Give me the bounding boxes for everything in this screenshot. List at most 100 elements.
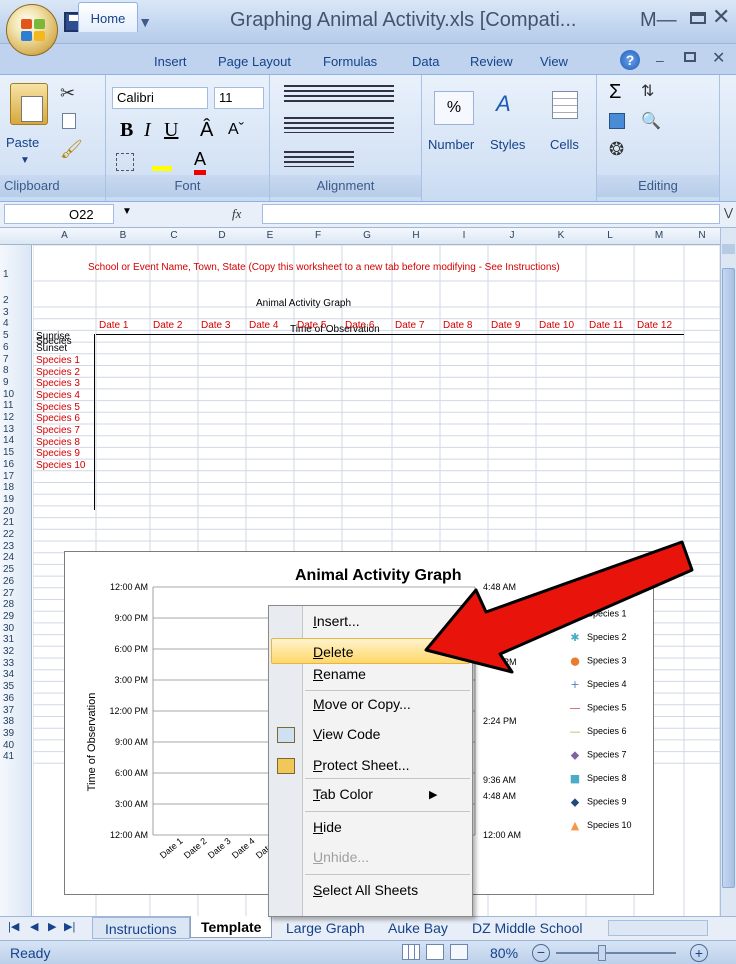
- menu-item-insert[interactable]: Insert...: [313, 613, 360, 629]
- clear-icon[interactable]: ❂: [609, 139, 624, 160]
- row-label-10[interactable]: Species 8: [36, 437, 80, 448]
- date-header-2[interactable]: Date 2: [153, 320, 182, 331]
- ribbon-minimize-icon[interactable]: –: [656, 52, 664, 68]
- zoom-out-icon[interactable]: −: [532, 944, 550, 962]
- date-header-3[interactable]: Date 3: [201, 320, 230, 331]
- paste-dropdown-icon[interactable]: ▼: [20, 155, 30, 166]
- zoom-slider-thumb[interactable]: [598, 945, 606, 961]
- help-icon[interactable]: ?: [620, 50, 640, 70]
- qat-customize-icon[interactable]: ▼: [138, 14, 152, 30]
- cells-icon[interactable]: [552, 91, 578, 119]
- bold-button[interactable]: B: [120, 119, 133, 142]
- tab-insert[interactable]: Insert: [154, 54, 187, 69]
- cells-button[interactable]: Cells: [550, 137, 579, 152]
- sheet-tab-template[interactable]: Template: [190, 916, 273, 938]
- tab-home[interactable]: Home: [78, 2, 138, 32]
- date-header-4[interactable]: Date 4: [249, 320, 278, 331]
- name-box-dropdown-icon[interactable]: ▼: [122, 206, 132, 217]
- fill-color-icon[interactable]: [152, 153, 172, 171]
- borders-icon[interactable]: [116, 153, 134, 171]
- number-button[interactable]: Number: [428, 137, 474, 152]
- date-header-6[interactable]: Date 6: [345, 320, 374, 331]
- row-label-2[interactable]: Sunset: [36, 343, 67, 354]
- percent-icon[interactable]: %: [434, 91, 474, 125]
- name-box[interactable]: O22: [4, 204, 114, 224]
- row-label-4[interactable]: Species 2: [36, 367, 80, 378]
- row-label-12[interactable]: Species 10: [36, 460, 85, 471]
- copy-icon[interactable]: [62, 113, 76, 129]
- format-painter-icon[interactable]: 🖌: [60, 139, 83, 160]
- tab-formulas[interactable]: Formulas: [323, 54, 377, 69]
- window-title-suffix[interactable]: M—: [640, 9, 677, 32]
- date-header-10[interactable]: Date 10: [539, 320, 574, 331]
- date-header-12[interactable]: Date 12: [637, 320, 672, 331]
- date-header-8[interactable]: Date 8: [443, 320, 472, 331]
- close-icon[interactable]: ✕: [712, 4, 730, 30]
- horizontal-scrollbar[interactable]: [608, 920, 708, 936]
- zoom-in-icon[interactable]: +: [690, 944, 708, 962]
- indent-icons[interactable]: [284, 151, 354, 167]
- menu-item-delete[interactable]: Delete: [313, 644, 353, 660]
- prev-sheet-icon[interactable]: ◀: [30, 920, 38, 942]
- horizontal-align-icons[interactable]: [284, 117, 394, 133]
- styles-button[interactable]: Styles: [490, 137, 525, 152]
- styles-icon[interactable]: A: [496, 91, 511, 117]
- next-sheet-icon[interactable]: ▶: [48, 920, 56, 942]
- normal-view-icon[interactable]: [402, 944, 420, 960]
- tab-page-layout[interactable]: Page Layout: [218, 54, 291, 69]
- sheet-tab-auke-bay[interactable]: Auke Bay: [380, 920, 456, 942]
- vertical-align-icons[interactable]: [284, 85, 394, 105]
- scroll-thumb[interactable]: [722, 268, 735, 888]
- date-header-1[interactable]: Date 1: [99, 320, 128, 331]
- menu-item-view-code[interactable]: View Code: [313, 726, 380, 742]
- vertical-scrollbar[interactable]: [720, 228, 736, 916]
- fill-icon[interactable]: [609, 113, 625, 129]
- menu-item-tab-color[interactable]: Tab Color: [313, 786, 373, 802]
- date-header-7[interactable]: Date 7: [395, 320, 424, 331]
- row-label-11[interactable]: Species 9: [36, 448, 80, 459]
- paste-icon[interactable]: [10, 83, 48, 125]
- font-name-field[interactable]: Calibri: [112, 87, 208, 109]
- last-sheet-icon[interactable]: ▶|: [64, 920, 75, 942]
- row-label-6[interactable]: Species 4: [36, 390, 80, 401]
- menu-item-hide[interactable]: Hide: [313, 819, 342, 835]
- grow-font-icon[interactable]: Â: [200, 119, 213, 142]
- date-header-9[interactable]: Date 9: [491, 320, 520, 331]
- sheet-tab-dz-middle-school[interactable]: DZ Middle School: [464, 920, 591, 942]
- row-label-7[interactable]: Species 5: [36, 402, 80, 413]
- date-header-5[interactable]: Date 5: [297, 320, 326, 331]
- paste-button[interactable]: Paste: [6, 135, 39, 150]
- zoom-slider[interactable]: [556, 952, 676, 954]
- date-header-11[interactable]: Date 11: [589, 320, 623, 331]
- scroll-up-icon[interactable]: [722, 244, 735, 254]
- row-label-8[interactable]: Species 6: [36, 413, 80, 424]
- font-color-icon[interactable]: A: [194, 149, 207, 175]
- heading-cell[interactable]: School or Event Name, Town, State (Copy …: [88, 262, 560, 273]
- font-size-field[interactable]: 11: [214, 87, 264, 109]
- office-button[interactable]: [6, 4, 58, 56]
- autosum-icon[interactable]: Σ: [609, 81, 621, 104]
- sort-filter-icon[interactable]: ⇅: [641, 81, 654, 101]
- maximize-icon[interactable]: [690, 12, 706, 24]
- formula-input[interactable]: [262, 204, 720, 224]
- graph-title-cell[interactable]: Animal Activity Graph: [256, 298, 351, 309]
- row-label-1[interactable]: Sunrise: [36, 331, 70, 342]
- row-label-3[interactable]: Species 1: [36, 355, 80, 366]
- sheet-tab-instructions[interactable]: Instructions: [92, 917, 190, 939]
- menu-item-move-or-copy[interactable]: Move or Copy...: [313, 696, 411, 712]
- menu-item-select-all-sheets[interactable]: Select All Sheets: [313, 882, 418, 898]
- row-label-5[interactable]: Species 3: [36, 378, 80, 389]
- underline-button[interactable]: U: [164, 119, 178, 142]
- row-label-9[interactable]: Species 7: [36, 425, 80, 436]
- sheet-tab-large-graph[interactable]: Large Graph: [278, 920, 373, 942]
- shrink-font-icon[interactable]: Aˇ: [228, 121, 244, 139]
- expand-formula-icon[interactable]: ⋁: [724, 206, 733, 219]
- menu-item-rename[interactable]: Rename: [313, 666, 366, 682]
- italic-button[interactable]: I: [144, 119, 151, 142]
- find-select-icon[interactable]: 🔍: [641, 111, 661, 131]
- first-sheet-icon[interactable]: |◀: [8, 920, 19, 942]
- tab-review[interactable]: Review: [470, 54, 513, 69]
- page-layout-view-icon[interactable]: [426, 944, 444, 960]
- insert-function-icon[interactable]: fx: [232, 206, 241, 222]
- cut-icon[interactable]: ✂: [60, 83, 75, 104]
